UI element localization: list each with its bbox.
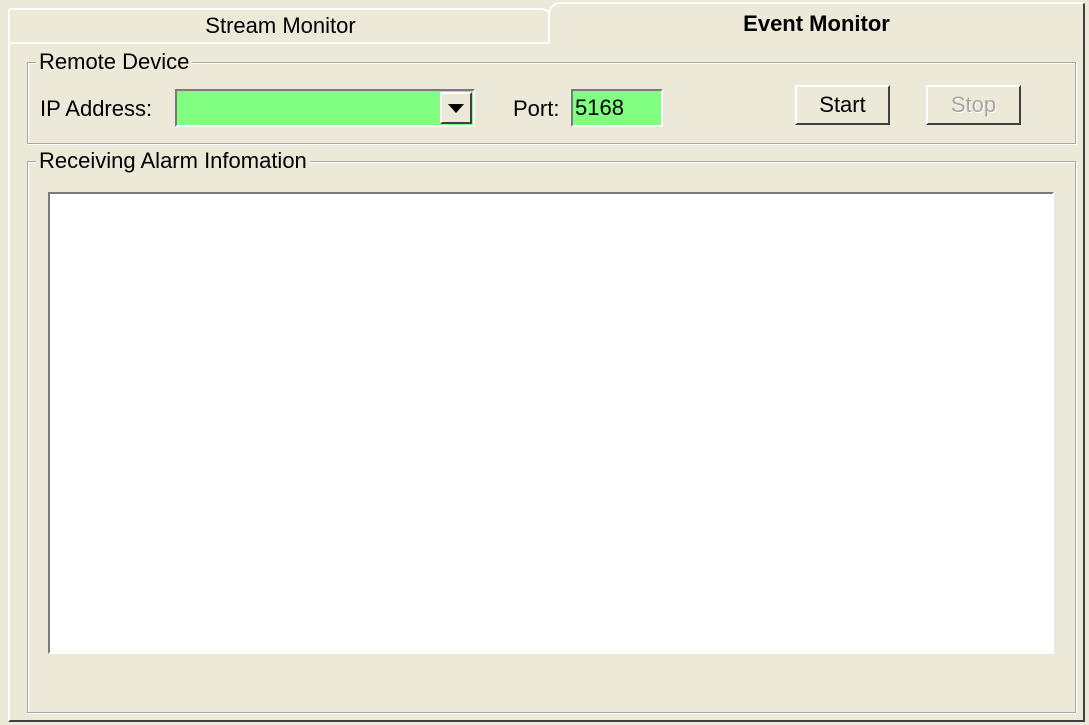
chevron-down-icon — [448, 103, 464, 113]
tab-event-monitor-label: Event Monitor — [743, 11, 890, 36]
ip-address-label: IP Address: — [40, 96, 153, 121]
remote-device-legend: Remote Device — [36, 49, 193, 75]
tab-event-monitor[interactable]: Event Monitor — [548, 2, 1085, 44]
tab-strip: Stream Monitor Event Monitor — [0, 0, 1089, 44]
ip-address-dropdown-button[interactable] — [440, 92, 472, 124]
tab-stream-monitor[interactable]: Stream Monitor — [8, 8, 553, 42]
start-button[interactable]: Start — [795, 85, 890, 125]
alarm-information-list[interactable] — [48, 192, 1054, 654]
alarm-information-legend: Receiving Alarm Infomation — [36, 148, 310, 174]
alarm-information-group: Receiving Alarm Infomation — [27, 148, 1076, 713]
stop-button-label: Stop — [950, 92, 997, 117]
stop-button[interactable]: Stop — [926, 85, 1021, 125]
tab-stream-monitor-label: Stream Monitor — [205, 13, 356, 38]
port-label: Port: — [513, 96, 560, 121]
event-monitor-panel: Remote Device IP Address: Port: 5168 Sta… — [8, 42, 1085, 722]
ip-address-combobox[interactable] — [175, 89, 475, 127]
remote-device-group: Remote Device IP Address: Port: 5168 Sta… — [27, 49, 1076, 144]
port-input[interactable]: 5168 — [571, 89, 663, 127]
start-button-label: Start — [819, 92, 866, 117]
